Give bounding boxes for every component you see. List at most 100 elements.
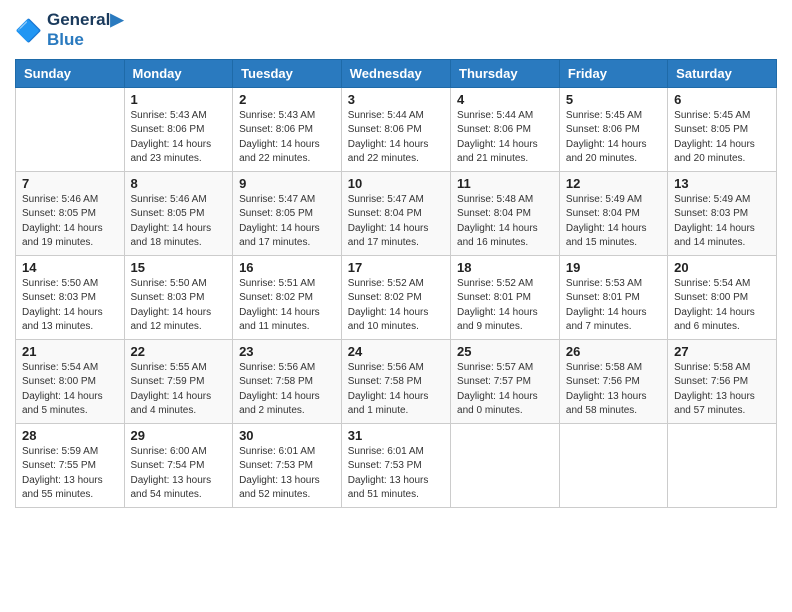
day-content: Sunrise: 6:01 AMSunset: 7:53 PMDaylight:…: [239, 445, 335, 503]
calendar-cell: 29 Sunrise: 6:00 AMSunset: 7:54 PMDayligh…: [124, 423, 233, 507]
logo: 🔷 General▶ Blue: [15, 10, 123, 51]
day-content: Sunrise: 5:52 AMSunset: 8:02 PMDaylight:…: [348, 277, 444, 335]
calendar-cell: 21 Sunrise: 5:54 AMSunset: 8:00 PMDayligh…: [16, 339, 125, 423]
calendar-cell: [16, 87, 125, 171]
calendar-cell: 8Sunrise: 5:46 AMSunset: 8:05 PMDaylight…: [124, 171, 233, 255]
calendar-cell: 6Sunrise: 5:45 AMSunset: 8:05 PMDaylight…: [668, 87, 777, 171]
day-content: Sunrise: 5:43 AMSunset: 8:06 PMDaylight:…: [131, 109, 227, 167]
day-content: Sunrise: 5:50 AMSunset: 8:03 PMDaylight:…: [131, 277, 227, 335]
day-content: Sunrise: 5:54 AMSunset: 8:00 PMDaylight:…: [22, 361, 118, 419]
svg-text:🔷: 🔷: [15, 18, 42, 43]
day-content: Sunrise: 5:50 AMSunset: 8:03 PMDaylight:…: [22, 277, 118, 335]
day-number: 24: [348, 344, 444, 359]
day-number: 11: [457, 176, 553, 191]
calendar-cell: 23Sunrise: 5:56 AMSunset: 7:58 PMDayligh…: [233, 339, 342, 423]
calendar-cell: 2 Sunrise: 5:43 AMSunset: 8:06 PMDaylight…: [233, 87, 342, 171]
calendar-header-row: Sunday Monday Tuesday Wednesday Thursday…: [16, 59, 777, 87]
calendar-cell: 12 Sunrise: 5:49 AMSunset: 8:04 PMDayligh…: [559, 171, 667, 255]
day-content: Sunrise: 5:58 AMSunset: 7:56 PMDaylight:…: [674, 361, 770, 419]
day-number: 16: [239, 260, 335, 275]
day-content: Sunrise: 5:54 AMSunset: 8:00 PMDaylight:…: [674, 277, 770, 335]
calendar-week-row: 28 Sunrise: 5:59 AMSunset: 7:55 PMDayligh…: [16, 423, 777, 507]
calendar-cell: 16 Sunrise: 5:51 AMSunset: 8:02 PMDayligh…: [233, 255, 342, 339]
calendar-cell: 4Sunrise: 5:44 AMSunset: 8:06 PMDaylight…: [451, 87, 560, 171]
calendar-week-row: 21 Sunrise: 5:54 AMSunset: 8:00 PMDayligh…: [16, 339, 777, 423]
calendar-cell: 24Sunrise: 5:56 AMSunset: 7:58 PMDayligh…: [341, 339, 450, 423]
day-number: 22: [131, 344, 227, 359]
day-content: Sunrise: 5:49 AMSunset: 8:03 PMDaylight:…: [674, 193, 770, 251]
day-content: Sunrise: 5:46 AMSunset: 8:05 PMDaylight:…: [22, 193, 118, 251]
calendar-cell: 3 Sunrise: 5:44 AMSunset: 8:06 PMDaylight…: [341, 87, 450, 171]
calendar-cell: [559, 423, 667, 507]
day-content: Sunrise: 5:45 AMSunset: 8:05 PMDaylight:…: [674, 109, 770, 167]
calendar-cell: [451, 423, 560, 507]
logo-text: General▶ Blue: [47, 10, 123, 51]
day-number: 28: [22, 428, 118, 443]
day-number: 15: [131, 260, 227, 275]
day-content: Sunrise: 5:57 AMSunset: 7:57 PMDaylight:…: [457, 361, 553, 419]
day-content: Sunrise: 5:47 AMSunset: 8:04 PMDaylight:…: [348, 193, 444, 251]
day-number: 17: [348, 260, 444, 275]
col-tuesday: Tuesday: [233, 59, 342, 87]
day-content: Sunrise: 5:48 AMSunset: 8:04 PMDaylight:…: [457, 193, 553, 251]
day-number: 31: [348, 428, 444, 443]
col-friday: Friday: [559, 59, 667, 87]
calendar-cell: [668, 423, 777, 507]
day-content: Sunrise: 5:51 AMSunset: 8:02 PMDaylight:…: [239, 277, 335, 335]
day-number: 23: [239, 344, 335, 359]
calendar-cell: 30Sunrise: 6:01 AMSunset: 7:53 PMDayligh…: [233, 423, 342, 507]
day-content: Sunrise: 5:59 AMSunset: 7:55 PMDaylight:…: [22, 445, 118, 503]
col-wednesday: Wednesday: [341, 59, 450, 87]
calendar-cell: 14 Sunrise: 5:50 AMSunset: 8:03 PMDayligh…: [16, 255, 125, 339]
day-content: Sunrise: 5:47 AMSunset: 8:05 PMDaylight:…: [239, 193, 335, 251]
col-monday: Monday: [124, 59, 233, 87]
calendar-cell: 10 Sunrise: 5:47 AMSunset: 8:04 PMDayligh…: [341, 171, 450, 255]
day-content: Sunrise: 5:49 AMSunset: 8:04 PMDaylight:…: [566, 193, 661, 251]
calendar-week-row: 14 Sunrise: 5:50 AMSunset: 8:03 PMDayligh…: [16, 255, 777, 339]
calendar-cell: 1 Sunrise: 5:43 AMSunset: 8:06 PMDaylight…: [124, 87, 233, 171]
day-number: 1: [131, 92, 227, 107]
day-number: 13: [674, 176, 770, 191]
col-sunday: Sunday: [16, 59, 125, 87]
calendar-week-row: 1 Sunrise: 5:43 AMSunset: 8:06 PMDaylight…: [16, 87, 777, 171]
day-number: 8: [131, 176, 227, 191]
col-thursday: Thursday: [451, 59, 560, 87]
calendar-cell: 22Sunrise: 5:55 AMSunset: 7:59 PMDayligh…: [124, 339, 233, 423]
calendar-table: Sunday Monday Tuesday Wednesday Thursday…: [15, 59, 777, 508]
calendar-cell: 25 Sunrise: 5:57 AMSunset: 7:57 PMDayligh…: [451, 339, 560, 423]
day-number: 5: [566, 92, 661, 107]
day-number: 26: [566, 344, 661, 359]
calendar-week-row: 7Sunrise: 5:46 AMSunset: 8:05 PMDaylight…: [16, 171, 777, 255]
calendar-cell: 13 Sunrise: 5:49 AMSunset: 8:03 PMDayligh…: [668, 171, 777, 255]
day-number: 2: [239, 92, 335, 107]
calendar-cell: 17 Sunrise: 5:52 AMSunset: 8:02 PMDayligh…: [341, 255, 450, 339]
day-number: 3: [348, 92, 444, 107]
day-content: Sunrise: 5:43 AMSunset: 8:06 PMDaylight:…: [239, 109, 335, 167]
day-number: 25: [457, 344, 553, 359]
page-header: 🔷 General▶ Blue: [15, 10, 777, 51]
day-number: 14: [22, 260, 118, 275]
calendar-cell: 7Sunrise: 5:46 AMSunset: 8:05 PMDaylight…: [16, 171, 125, 255]
day-content: Sunrise: 5:44 AMSunset: 8:06 PMDaylight:…: [348, 109, 444, 167]
day-number: 20: [674, 260, 770, 275]
calendar-cell: 26 Sunrise: 5:58 AMSunset: 7:56 PMDayligh…: [559, 339, 667, 423]
day-number: 27: [674, 344, 770, 359]
calendar-cell: 11 Sunrise: 5:48 AMSunset: 8:04 PMDayligh…: [451, 171, 560, 255]
calendar-cell: 15 Sunrise: 5:50 AMSunset: 8:03 PMDayligh…: [124, 255, 233, 339]
day-number: 19: [566, 260, 661, 275]
day-number: 29: [131, 428, 227, 443]
day-number: 12: [566, 176, 661, 191]
calendar-cell: 5Sunrise: 5:45 AMSunset: 8:06 PMDaylight…: [559, 87, 667, 171]
day-content: Sunrise: 5:44 AMSunset: 8:06 PMDaylight:…: [457, 109, 553, 167]
day-number: 18: [457, 260, 553, 275]
day-number: 21: [22, 344, 118, 359]
day-content: Sunrise: 5:58 AMSunset: 7:56 PMDaylight:…: [566, 361, 661, 419]
day-content: Sunrise: 5:53 AMSunset: 8:01 PMDaylight:…: [566, 277, 661, 335]
calendar-cell: 9Sunrise: 5:47 AMSunset: 8:05 PMDaylight…: [233, 171, 342, 255]
day-content: Sunrise: 6:00 AMSunset: 7:54 PMDaylight:…: [131, 445, 227, 503]
day-content: Sunrise: 6:01 AMSunset: 7:53 PMDaylight:…: [348, 445, 444, 503]
calendar-cell: 27 Sunrise: 5:58 AMSunset: 7:56 PMDayligh…: [668, 339, 777, 423]
calendar-cell: 19 Sunrise: 5:53 AMSunset: 8:01 PMDayligh…: [559, 255, 667, 339]
day-number: 10: [348, 176, 444, 191]
calendar-cell: 18Sunrise: 5:52 AMSunset: 8:01 PMDayligh…: [451, 255, 560, 339]
